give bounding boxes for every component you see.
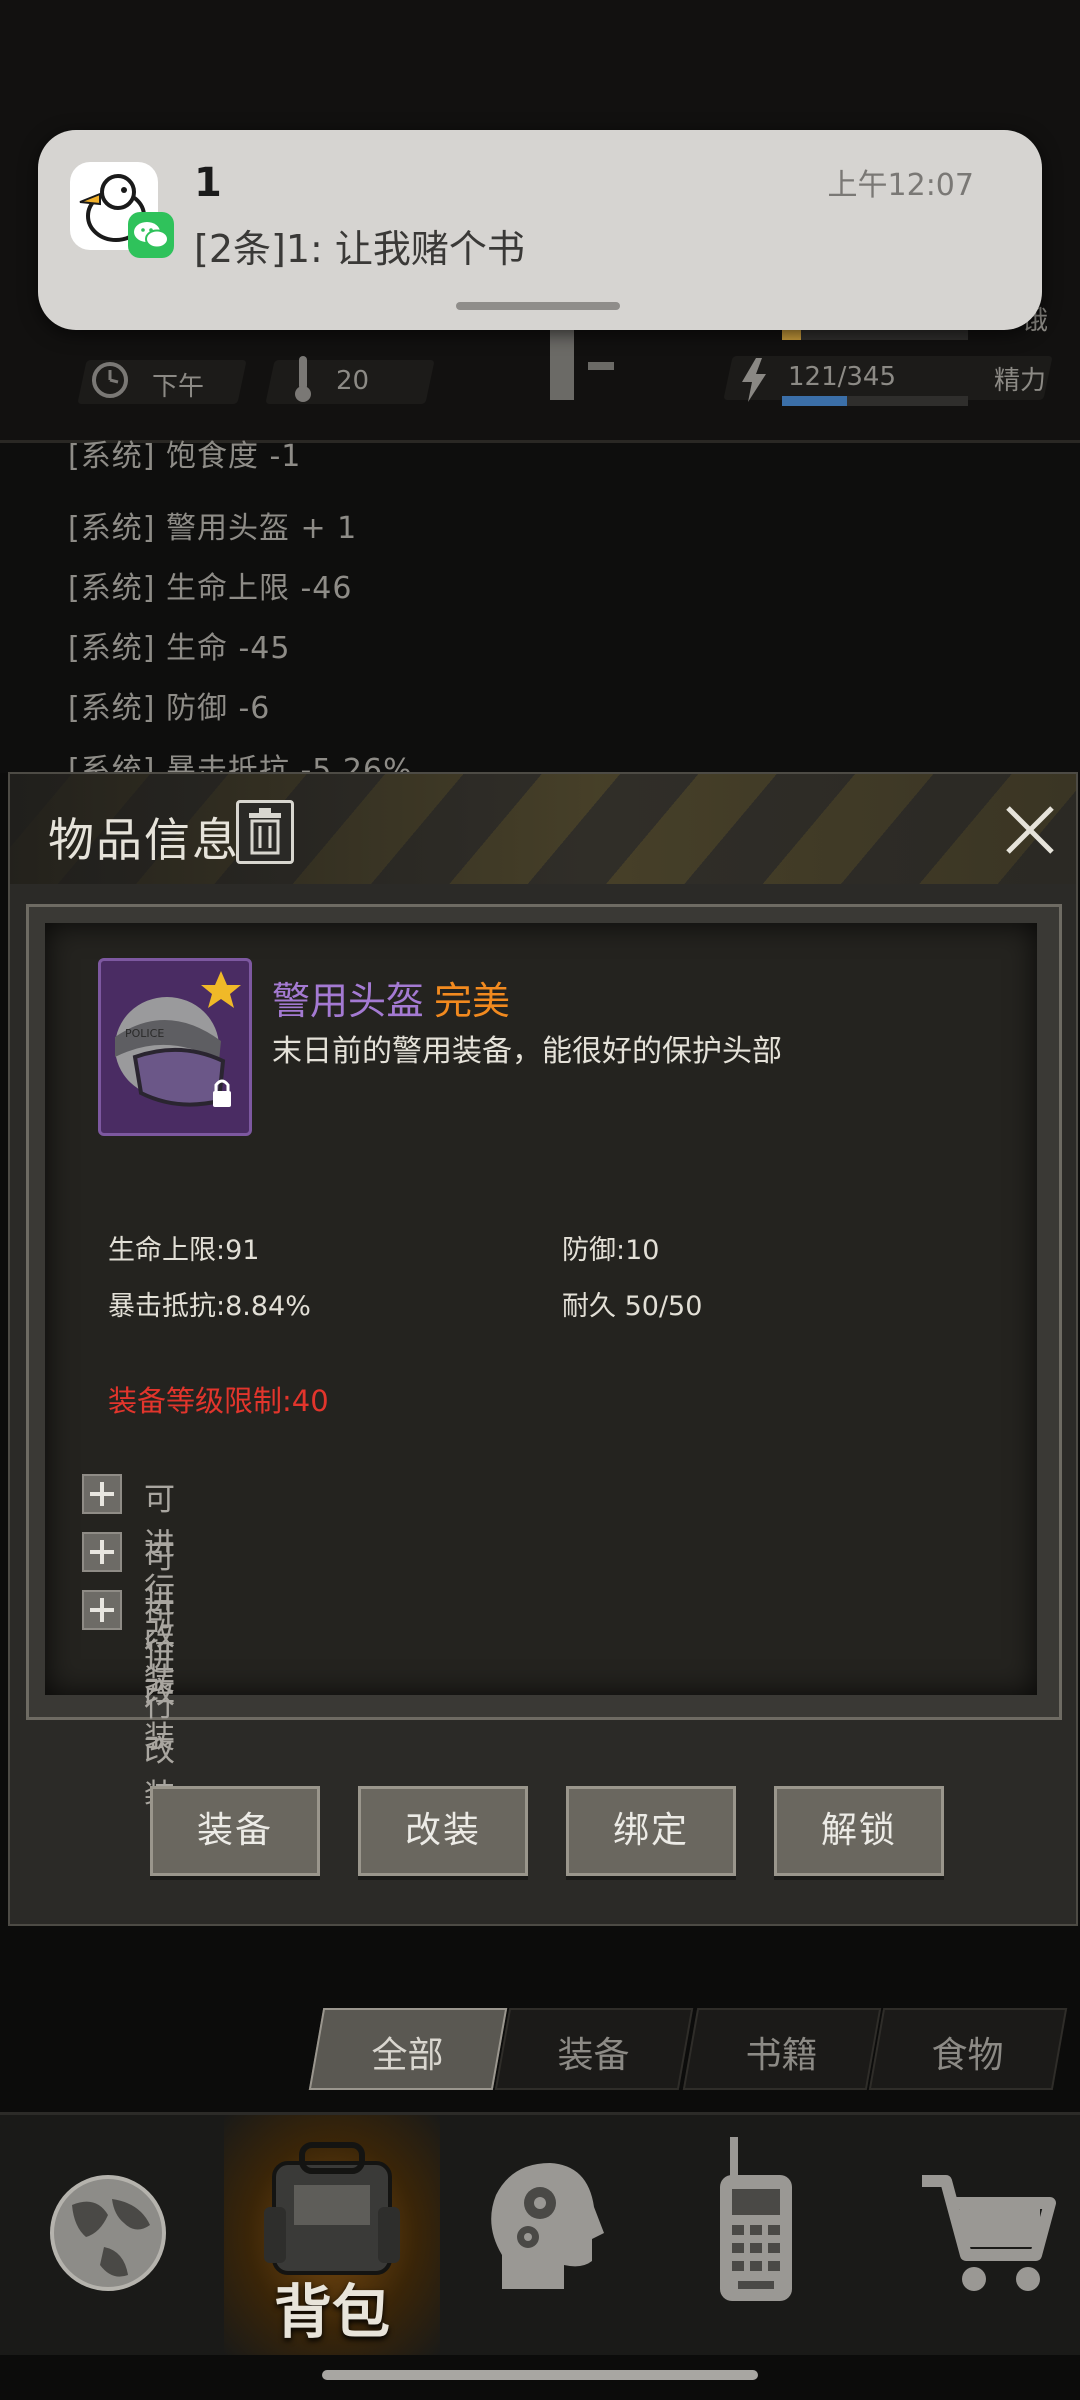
plus-icon — [82, 1474, 122, 1514]
wechat-icon — [128, 212, 174, 258]
thermometer-icon — [295, 356, 311, 402]
nav-backpack[interactable]: 背包 — [224, 2115, 440, 2355]
globe-icon — [50, 2175, 166, 2291]
equip-button[interactable]: 装备 — [150, 1786, 320, 1876]
item-title: 警用头盔 完美 — [272, 970, 510, 1025]
nav-shop[interactable] — [864, 2115, 1080, 2355]
message-log[interactable]: [系统] 饱食度 -1 [系统] 警用头盔 + 1 [系统] 生命上限 -46 … — [0, 439, 1080, 788]
character-silhouette — [550, 320, 614, 400]
log-line: [系统] 警用头盔 + 1 — [68, 511, 358, 546]
notification-drag-handle[interactable] — [456, 302, 620, 310]
nav-backpack-label: 背包 — [273, 2278, 390, 2346]
stat-defense: 防御:10 — [562, 1235, 660, 1266]
radio-icon — [720, 2137, 792, 2301]
energy-bar-fill — [782, 396, 848, 406]
dialog-title: 物品信息 — [48, 813, 240, 867]
nav-world[interactable] — [0, 2115, 216, 2355]
trash-icon[interactable] — [236, 800, 294, 864]
nav-skills[interactable] — [432, 2115, 648, 2355]
time-of-day: 下午 — [152, 372, 205, 402]
item-info-dialog: 物品信息 POLICE 警用头盔 完美 末日前的警用装备，能很好的保护头部 生命… — [8, 772, 1078, 1926]
police-helmet-icon: POLICE — [98, 958, 252, 1136]
log-line: [系统] 生命 -45 — [68, 631, 291, 666]
log-line: [系统] 饱食度 -1 — [68, 439, 302, 474]
stat-crit-resist: 暴击抵抗:8.84% — [108, 1291, 311, 1322]
category-tabs: 全部 装备 书籍 食物 — [296, 2008, 1068, 2090]
plus-icon — [82, 1590, 122, 1630]
temperature-value: 20 — [336, 366, 370, 396]
helmet-label-text: POLICE — [125, 1027, 164, 1040]
head-gears-icon — [491, 2163, 604, 2289]
nav-radio[interactable] — [648, 2115, 864, 2355]
mod-slot-label: 可进行改装 — [144, 1598, 175, 1814]
energy-label: 精力 — [994, 366, 1047, 396]
home-indicator[interactable] — [322, 2370, 758, 2380]
bottom-nav: 背包 — [0, 2112, 1080, 2355]
close-icon[interactable] — [1000, 800, 1060, 860]
notification-time: 上午12:07 — [827, 168, 974, 203]
hunger-bar — [782, 330, 968, 340]
lightning-icon — [742, 358, 766, 402]
notification-title: 1 — [194, 160, 222, 206]
cart-icon — [922, 2175, 1056, 2291]
tab-food[interactable]: 食物 — [868, 2008, 1068, 2090]
tab-all-label: 全部 — [371, 2035, 444, 2076]
log-line: [系统] 生命上限 -46 — [68, 571, 353, 606]
log-line: [系统] 防御 -6 — [68, 691, 271, 726]
stat-durability: 耐久 50/50 — [562, 1291, 703, 1322]
tab-books-label: 书籍 — [745, 2035, 818, 2076]
tab-equipment[interactable]: 装备 — [494, 2008, 694, 2090]
hunger-bar-fill — [782, 330, 801, 340]
tab-equipment-label: 装备 — [557, 2035, 630, 2076]
unlock-button[interactable]: 解锁 — [774, 1786, 944, 1876]
energy-bar — [782, 396, 968, 406]
level-requirement: 装备等级限制:40 — [108, 1384, 329, 1418]
modify-button[interactable]: 改装 — [358, 1786, 528, 1876]
tab-food-label: 食物 — [931, 2035, 1004, 2076]
wechat-notification[interactable]: 1 上午12:07 [2条]1: 让我赌个书 — [38, 130, 1042, 330]
bind-button[interactable]: 绑定 — [566, 1786, 736, 1876]
notification-message: [2条]1: 让我赌个书 — [194, 227, 525, 271]
item-name: 警用头盔 — [272, 979, 425, 1023]
energy-value: 121/345 — [788, 362, 897, 392]
tab-all[interactable]: 全部 — [308, 2008, 508, 2090]
stat-max-hp: 生命上限:91 — [108, 1235, 260, 1266]
tab-books[interactable]: 书籍 — [682, 2008, 882, 2090]
clock-icon — [92, 362, 128, 398]
item-quality: 完美 — [434, 979, 511, 1023]
item-description: 末日前的警用装备，能很好的保护头部 — [272, 1034, 782, 1069]
plus-icon — [82, 1532, 122, 1572]
